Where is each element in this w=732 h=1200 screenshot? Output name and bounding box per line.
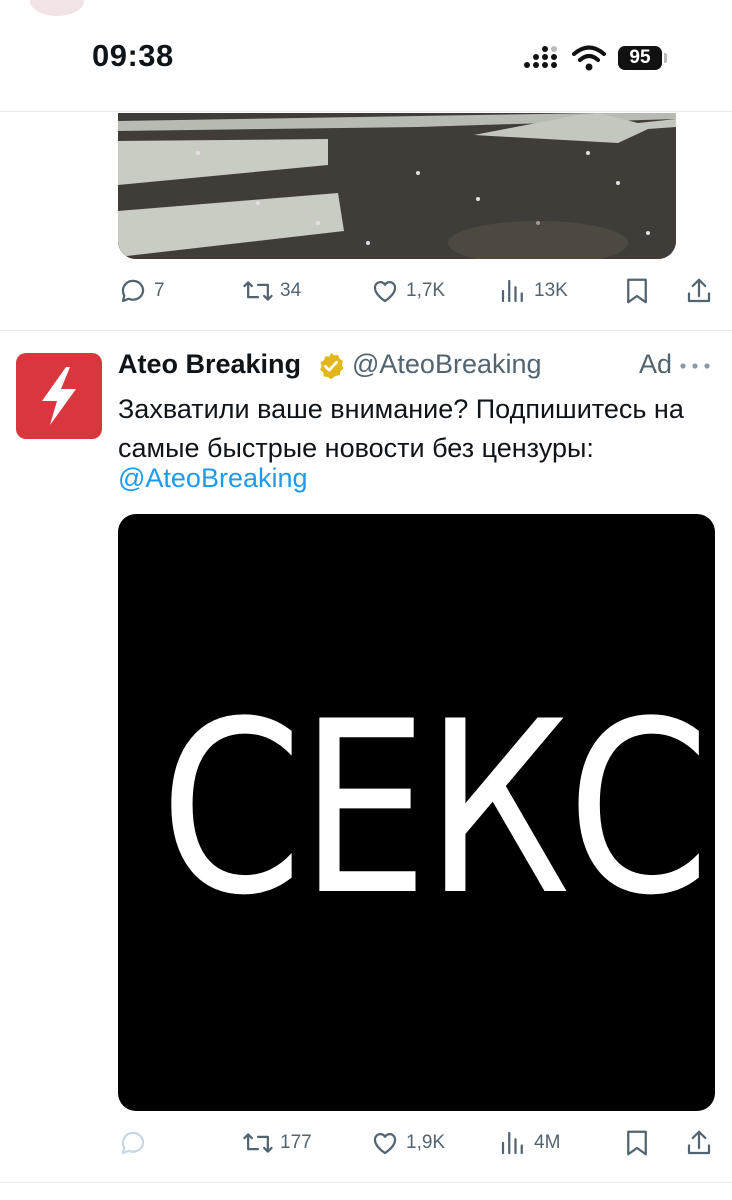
signal-icon (524, 46, 562, 74)
like-button[interactable]: 1,9K (370, 1125, 445, 1161)
like-count: 1,7K (406, 280, 446, 301)
views-button[interactable]: 4M (498, 1125, 560, 1161)
retweet-button[interactable]: 177 (242, 1125, 312, 1161)
share-icon (687, 278, 711, 303)
bookmark-icon (627, 278, 647, 304)
bookmark-icon (627, 1130, 647, 1156)
reply-button[interactable] (118, 1125, 148, 1161)
previous-tweet-actions: 7 34 1,7K 13K (118, 273, 718, 309)
reply-icon (121, 1131, 145, 1155)
reply-button[interactable]: 7 (118, 273, 165, 309)
status-bar: 09:38 95 (0, 0, 732, 112)
more-options-icon[interactable] (677, 356, 713, 376)
views-icon (501, 279, 523, 303)
tweet-divider (0, 330, 732, 331)
road-photo (118, 113, 676, 259)
bookmark-button[interactable] (622, 1125, 652, 1161)
reply-count: 7 (154, 280, 165, 301)
ad-media-text: СЕКС (159, 671, 710, 948)
reply-icon (121, 279, 145, 303)
author-handle[interactable]: @AteoBreaking (352, 349, 542, 380)
share-button[interactable] (684, 1125, 714, 1161)
share-icon (687, 1130, 711, 1155)
retweet-count: 177 (280, 1132, 312, 1153)
previous-tweet-image[interactable] (118, 113, 676, 259)
retweet-icon (243, 1133, 273, 1153)
views-count: 4M (534, 1132, 561, 1153)
verified-badge-icon (320, 352, 344, 380)
lightning-icon (42, 367, 76, 425)
ad-tweet-actions: 177 1,9K 4M (118, 1125, 718, 1161)
bookmark-button[interactable] (622, 273, 652, 309)
like-count: 1,9K (406, 1132, 446, 1153)
battery-cap (664, 53, 667, 63)
views-icon (501, 1131, 523, 1155)
wifi-icon (572, 45, 606, 71)
retweet-icon (243, 281, 273, 301)
share-button[interactable] (684, 273, 714, 309)
tweet-text: Захватили ваше внимание? Подпишитесь на … (118, 394, 684, 463)
top-cutoff-element (30, 0, 84, 16)
heart-icon (373, 280, 397, 303)
avatar[interactable] (16, 353, 102, 439)
like-button[interactable]: 1,7K (370, 273, 445, 309)
status-time: 09:38 (92, 38, 174, 73)
author-name[interactable]: Ateo Breaking (118, 349, 301, 380)
retweet-button[interactable]: 34 (242, 273, 301, 309)
retweet-count: 34 (280, 280, 302, 301)
tweet-divider (0, 1182, 732, 1183)
heart-icon (373, 1132, 397, 1155)
views-count: 13K (534, 280, 568, 301)
mention-link[interactable]: @AteoBreaking (118, 463, 308, 494)
ad-label: Ad (639, 349, 673, 379)
views-button[interactable]: 13K (498, 273, 568, 309)
battery-icon: 95 (618, 46, 662, 70)
